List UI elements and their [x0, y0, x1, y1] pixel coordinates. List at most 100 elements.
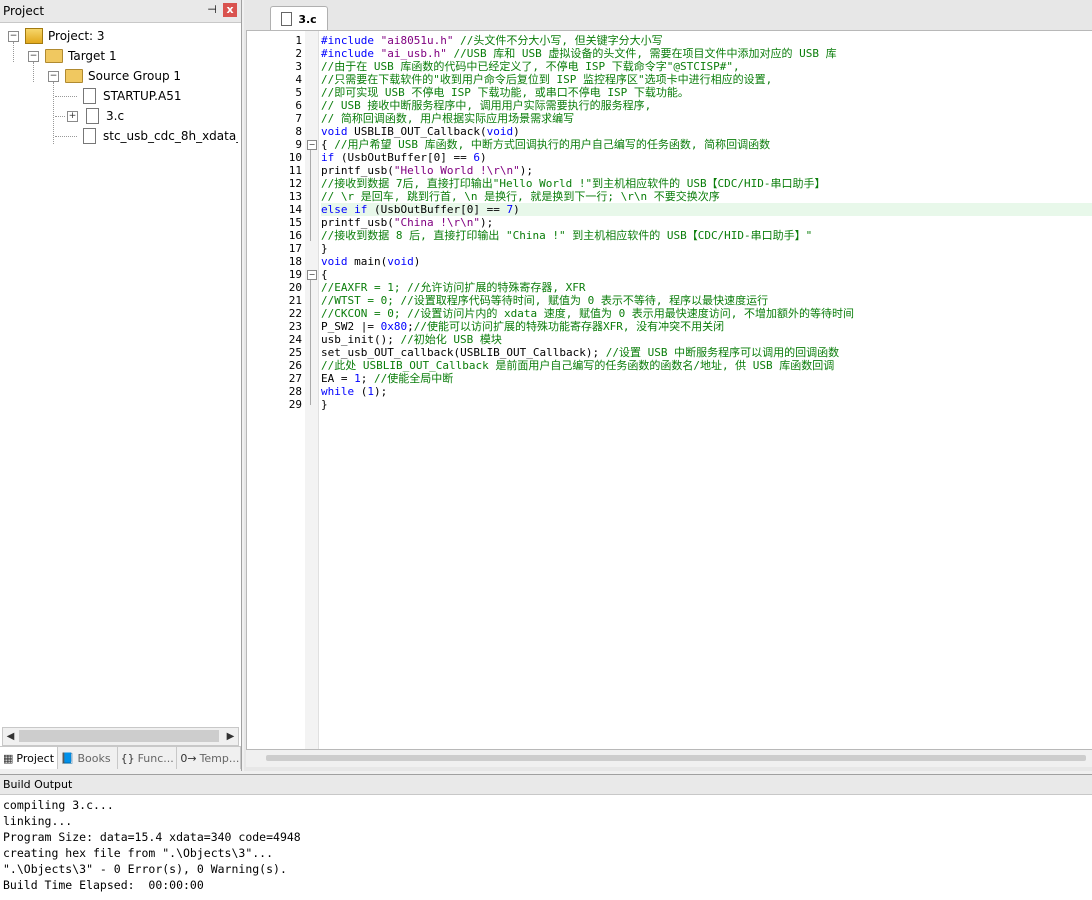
line-number: 12 [288, 177, 302, 190]
tab-label: Books [77, 751, 111, 765]
tab-label: Temp... [199, 751, 240, 765]
code-line: } [321, 398, 328, 411]
tab-project[interactable]: ▦ Project [0, 747, 58, 769]
build-log-line: ".\Objects\3" - 0 Error(s), 0 Warning(s)… [3, 862, 287, 876]
tab-label: Project [16, 751, 55, 765]
scrollbar-thumb[interactable] [266, 755, 1086, 761]
code-line: //CKCON = 0; //设置访问片内的 xdata 速度, 赋值为 0 表… [321, 307, 855, 320]
pin-icon[interactable]: ⊣ [205, 3, 219, 17]
fold-toggle-icon[interactable]: − [307, 140, 317, 150]
line-number: 16 [288, 229, 302, 242]
tab-books[interactable]: 📘 Books [58, 747, 118, 769]
code-line: //接收到数据 8 后, 直接打印输出 "China !" 到主机相应软件的 U… [321, 229, 813, 242]
project-icon [25, 28, 43, 44]
line-number: 18 [288, 255, 302, 268]
tab-functions[interactable]: {} Func... [118, 747, 178, 769]
line-number: 25 [288, 346, 302, 359]
line-number-gutter: 1 2 3 4 5 6 7 8 9 10 11 12 13 14 15 16 17 18 19 20 21 22 23 24 2… [247, 31, 305, 749]
build-log-line: creating hex file from ".\Objects\3"... [3, 846, 274, 860]
collapse-icon[interactable]: − [8, 30, 19, 42]
expand-icon[interactable]: + [67, 110, 78, 122]
code-line: if (UsbOutBuffer[0] == 6) [321, 151, 487, 164]
code-line: P_SW2 |= 0x80;//使能可以访问扩展的特殊功能寄存器XFR, 没有冲… [321, 320, 725, 333]
tree-item-label: STARTUP.A51 [103, 89, 182, 103]
code-text-area[interactable]: #include "ai8051u.h" //头文件不分大小写, 但关键字分大小… [321, 31, 1092, 749]
code-line: //由于在 USB 库函数的代码中已经定义了, 不停电 ISP 下载命令字"@S… [321, 60, 740, 73]
code-line: #include "ai8051u.h" //头文件不分大小写, 但关键字分大小… [321, 34, 663, 47]
build-log-line: compiling 3.c... [3, 798, 114, 812]
editor-tab-label: 3.c [298, 12, 317, 26]
collapse-icon[interactable]: − [28, 50, 39, 62]
line-number: 24 [288, 333, 302, 346]
fold-margin [305, 31, 319, 749]
tree-item-label: Project: 3 [48, 29, 105, 43]
code-line: EA = 1; //使能全局中断 [321, 372, 454, 385]
tree-item-label: Target 1 [68, 49, 117, 63]
tree-item-project[interactable]: − Project: 3 [8, 26, 105, 46]
line-number: 8 [295, 125, 302, 138]
code-line: //EAXFR = 1; //允许访问扩展的特殊寄存器, XFR [321, 281, 586, 294]
code-line: else if (UsbOutBuffer[0] == 7) [321, 203, 1092, 216]
file-icon [281, 12, 293, 26]
project-horizontal-scrollbar[interactable]: ◀ ▶ [2, 727, 239, 746]
tab-templates[interactable]: 0→ Temp... [177, 747, 242, 769]
code-line: void USBLIB_OUT_Callback(void) [321, 125, 520, 138]
code-line: //WTST = 0; //设置取程序代码等待时间, 赋值为 0 表示不等待, … [321, 294, 769, 307]
line-number: 11 [288, 164, 302, 177]
project-panel-title: Project [3, 4, 45, 18]
line-number: 1 [295, 34, 302, 47]
tree-item-source-group[interactable]: − Source Group 1 [48, 66, 181, 86]
code-line: { [321, 268, 328, 281]
code-line: #include "ai_usb.h" //USB 库和 USB 虚拟设备的头文… [321, 47, 837, 60]
line-number: 2 [295, 47, 302, 60]
scroll-left-icon[interactable]: ◀ [3, 728, 18, 745]
line-number: 26 [288, 359, 302, 372]
code-line: usb_init(); //初始化 USB 模块 [321, 333, 502, 346]
close-panel-button[interactable]: x [223, 3, 237, 17]
editor-horizontal-scrollbar[interactable] [246, 750, 1092, 767]
tree-item-target[interactable]: − Target 1 [28, 46, 117, 66]
tree-item-label: 3.c [106, 109, 125, 123]
tree-item-label: stc_usb_cdc_8h_xdata_bl [103, 129, 238, 143]
fold-toggle-icon[interactable]: − [307, 270, 317, 280]
tab-label: Func... [137, 751, 174, 765]
code-line: printf_usb("Hello World !\r\n"); [321, 164, 533, 177]
tree-item-file[interactable]: stc_usb_cdc_8h_xdata_bl [81, 126, 238, 146]
collapse-icon[interactable]: − [48, 70, 59, 82]
braces-icon: {} [120, 751, 135, 765]
code-line: { //用户希望 USB 库函数, 中断方式回调执行的用户自己编写的任务函数, … [321, 138, 771, 151]
build-log-line: Program Size: data=15.4 xdata=340 code=4… [3, 830, 301, 844]
code-line: //即可实现 USB 不停电 ISP 下载功能, 或串口不停电 ISP 下载功能… [321, 86, 689, 99]
code-line: } [321, 242, 328, 255]
code-line: // USB 接收中断服务程序中, 调用用户实际需要执行的服务程序, [321, 99, 652, 112]
scroll-right-icon[interactable]: ▶ [223, 728, 238, 745]
code-line: while (1); [321, 385, 388, 398]
template-icon: 0→ [180, 751, 197, 765]
line-number: 4 [295, 73, 302, 86]
code-line: printf_usb("China !\r\n"); [321, 216, 494, 229]
code-editor[interactable]: 1 2 3 4 5 6 7 8 9 10 11 12 13 14 15 16 17 18 19 20 21 22 23 24 2… [246, 30, 1092, 750]
tab-3c[interactable]: 3.c [270, 6, 328, 31]
tree-item-file[interactable]: STARTUP.A51 [81, 86, 181, 106]
file-icon [86, 108, 99, 124]
line-number: 10 [288, 151, 302, 164]
folder-icon [65, 69, 83, 83]
editor-tab-strip: 3.c [244, 0, 1092, 31]
books-icon: 📘 [60, 751, 75, 765]
line-number: 15 [288, 216, 302, 229]
scrollbar-thumb[interactable] [19, 730, 219, 742]
line-number: 5 [295, 86, 302, 99]
line-number: 28 [288, 385, 302, 398]
line-number: 23 [288, 320, 302, 333]
tree-item-file[interactable]: + 3.c [67, 106, 124, 126]
line-number: 14 [288, 203, 302, 216]
line-number: 13 [288, 190, 302, 203]
code-line: //只需要在下载软件的"收到用户命令后复位到 ISP 监控程序区"选项卡中进行相… [321, 73, 773, 86]
code-line: set_usb_OUT_callback(USBLIB_OUT_Callback… [321, 346, 840, 359]
project-panel: Project ⊣ x − Project: 3 − Target 1 − So… [0, 0, 242, 771]
build-output-panel: Build Output compiling 3.c... linking... P… [0, 774, 1092, 900]
project-tab-icon: ▦ [3, 751, 14, 765]
code-line: //接收到数据 7后, 直接打印输出"Hello World !"到主机相应软件… [321, 177, 826, 190]
build-output-log: compiling 3.c... linking... Program Size: … [3, 797, 301, 893]
code-line: // 简称回调函数, 用户根据实际应用场景需求编写 [321, 112, 575, 125]
